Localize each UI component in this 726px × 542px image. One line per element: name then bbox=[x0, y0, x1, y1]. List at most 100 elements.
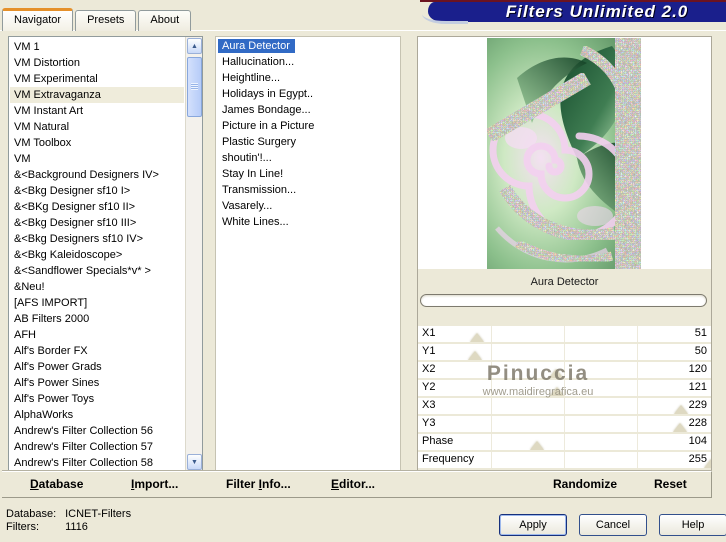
filter-list-item[interactable]: Picture in a Picture bbox=[216, 119, 400, 135]
slider-row[interactable]: X3 229 bbox=[418, 398, 711, 414]
slider-row[interactable]: Y1 50 bbox=[418, 344, 711, 360]
slider-row[interactable]: Phase 104 bbox=[418, 434, 711, 450]
category-label: &<Bkg Designer sf10 I> bbox=[14, 185, 131, 197]
slider-handle[interactable] bbox=[704, 459, 711, 468]
slider-handle[interactable] bbox=[469, 333, 484, 342]
slider-label: Y3 bbox=[422, 417, 436, 429]
parameter-sliders: X1 51 Y1 50 X2 120 Y2 121 X3 229 Y3 228 … bbox=[418, 326, 711, 470]
category-label: [AFS IMPORT] bbox=[14, 297, 88, 309]
slider-row[interactable]: Y3 228 bbox=[418, 416, 711, 432]
slider-row[interactable]: Y2 121 bbox=[418, 380, 711, 396]
toolbar-button[interactable]: Import... bbox=[131, 477, 178, 491]
category-list-item[interactable]: VM Instant Art bbox=[10, 103, 184, 119]
slider-value: 51 bbox=[694, 327, 707, 339]
slider-label: X3 bbox=[422, 399, 436, 411]
slider-row[interactable]: X2 120 bbox=[418, 362, 711, 378]
category-label: Andrew's Filter Collection 56 bbox=[14, 425, 154, 437]
category-list-item[interactable]: &Neu! bbox=[10, 279, 184, 295]
category-list-item[interactable]: Andrew's Filter Collection 57 bbox=[10, 439, 184, 455]
category-list-item[interactable]: &<BKg Designer sf10 II> bbox=[10, 199, 184, 215]
category-list-item[interactable]: VM 1 bbox=[10, 39, 184, 55]
category-list-item[interactable]: &<Bkg Designers sf10 IV> bbox=[10, 231, 184, 247]
category-list-item[interactable]: VM Extravaganza bbox=[10, 87, 184, 103]
category-list-item[interactable]: &<Sandflower Specials*v* > bbox=[10, 263, 184, 279]
slider-handle[interactable] bbox=[672, 423, 687, 432]
category-list-item[interactable]: &<Bkg Designer sf10 I> bbox=[10, 183, 184, 199]
category-list-item[interactable]: &<Bkg Designer sf10 III> bbox=[10, 215, 184, 231]
category-list-item[interactable]: Andrew's Filter Collection 58 bbox=[10, 455, 184, 470]
category-list-item[interactable]: AB Filters 2000 bbox=[10, 311, 184, 327]
category-label: &<BKg Designer sf10 II> bbox=[14, 201, 136, 213]
filter-list-item[interactable]: Aura Detector bbox=[216, 39, 400, 55]
filter-list-item[interactable]: Plastic Surgery bbox=[216, 135, 400, 151]
category-list-item[interactable]: [AFS IMPORT] bbox=[10, 295, 184, 311]
category-label: AFH bbox=[14, 329, 36, 341]
category-list-item[interactable]: Alf's Power Sines bbox=[10, 375, 184, 391]
category-list-item[interactable]: VM bbox=[10, 151, 184, 167]
cancel-button[interactable]: Cancel bbox=[579, 514, 647, 536]
category-scrollbar[interactable]: ▲ ▼ bbox=[185, 37, 202, 471]
category-list-item[interactable]: VM Experimental bbox=[10, 71, 184, 87]
category-list-item[interactable]: &<Background Designers IV> bbox=[10, 167, 184, 183]
filters-unlimited-dialog: Navigator Presets About Filters Unlimite… bbox=[0, 0, 726, 542]
slider-row[interactable]: Frequency 255 bbox=[418, 452, 711, 468]
category-list-item[interactable]: &<Bkg Kaleidoscope> bbox=[10, 247, 184, 263]
filter-list-item[interactable]: Holidays in Egypt.. bbox=[216, 87, 400, 103]
filter-list-item[interactable]: Stay In Line! bbox=[216, 167, 400, 183]
scrollbar-thumb[interactable] bbox=[187, 57, 202, 117]
category-list-item[interactable]: VM Natural bbox=[10, 119, 184, 135]
slider-row[interactable]: X1 51 bbox=[418, 326, 711, 342]
title-banner-pill: Filters Unlimited 2.0 bbox=[422, 2, 726, 24]
filter-list-item[interactable]: Vasarely... bbox=[216, 199, 400, 215]
filter-list-item[interactable]: James Bondage... bbox=[216, 103, 400, 119]
toolbar-button[interactable]: Randomize bbox=[553, 477, 617, 491]
category-label: VM Instant Art bbox=[14, 105, 84, 117]
toolbar-button[interactable]: Database bbox=[30, 477, 83, 491]
category-list-item[interactable]: AFH bbox=[10, 327, 184, 343]
database-label: Database: bbox=[6, 508, 57, 520]
filter-label: White Lines... bbox=[222, 216, 289, 228]
filters-value: 1116 bbox=[65, 521, 88, 533]
category-list-item[interactable]: VM Toolbox bbox=[10, 135, 184, 151]
toolbar-button[interactable]: Filter Info... bbox=[226, 477, 291, 491]
category-list-item[interactable]: Andrew's Filter Collection 56 bbox=[10, 423, 184, 439]
filter-list-item[interactable]: Hallucination... bbox=[216, 55, 400, 71]
category-list-item[interactable]: Alf's Power Toys bbox=[10, 391, 184, 407]
scrollbar-down-button[interactable]: ▼ bbox=[187, 454, 202, 470]
category-label: &<Bkg Designers sf10 IV> bbox=[14, 233, 144, 245]
filter-list-item[interactable]: Heightline... bbox=[216, 71, 400, 87]
toolbar-button[interactable]: Reset bbox=[654, 477, 687, 491]
apply-button[interactable]: Apply bbox=[499, 514, 567, 536]
category-list-item[interactable]: Alf's Border FX bbox=[10, 343, 184, 359]
slider-value: 229 bbox=[688, 399, 707, 411]
filter-list-item[interactable]: Transmission... bbox=[216, 183, 400, 199]
slider-handle[interactable] bbox=[550, 387, 565, 396]
slider-value: 120 bbox=[688, 363, 707, 375]
selected-filter-caption: Aura Detector bbox=[530, 276, 599, 288]
scroll-up-icon: ▲ bbox=[191, 42, 198, 50]
tab[interactable]: Navigator bbox=[2, 8, 74, 31]
filter-label: Vasarely... bbox=[222, 200, 273, 212]
filter-list-item[interactable]: shoutin'!... bbox=[216, 151, 400, 167]
category-label: VM Toolbox bbox=[14, 137, 72, 149]
slider-label: Y2 bbox=[422, 381, 436, 393]
category-label: VM 1 bbox=[14, 41, 40, 53]
tab[interactable]: About bbox=[138, 10, 192, 31]
category-list-item[interactable]: VM Distortion bbox=[10, 55, 184, 71]
preview-image[interactable] bbox=[485, 38, 641, 269]
title-banner: Filters Unlimited 2.0 bbox=[420, 0, 726, 24]
slider-handle[interactable] bbox=[548, 369, 563, 378]
toolbar-button[interactable]: Editor... bbox=[331, 477, 375, 491]
category-list-item[interactable]: Alf's Power Grads bbox=[10, 359, 184, 375]
slider-handle[interactable] bbox=[468, 351, 483, 360]
slider-handle[interactable] bbox=[674, 405, 689, 414]
category-list-item[interactable]: AlphaWorks bbox=[10, 407, 184, 423]
slider-value: 104 bbox=[688, 435, 707, 447]
tab-label: Presets bbox=[87, 14, 125, 26]
scrollbar-up-button[interactable]: ▲ bbox=[187, 38, 202, 54]
tab[interactable]: Presets bbox=[75, 10, 137, 31]
slider-handle[interactable] bbox=[530, 441, 545, 450]
filter-label: Stay In Line! bbox=[222, 168, 284, 180]
filter-list-item[interactable]: White Lines... bbox=[216, 215, 400, 231]
help-button[interactable]: Help bbox=[659, 514, 726, 536]
